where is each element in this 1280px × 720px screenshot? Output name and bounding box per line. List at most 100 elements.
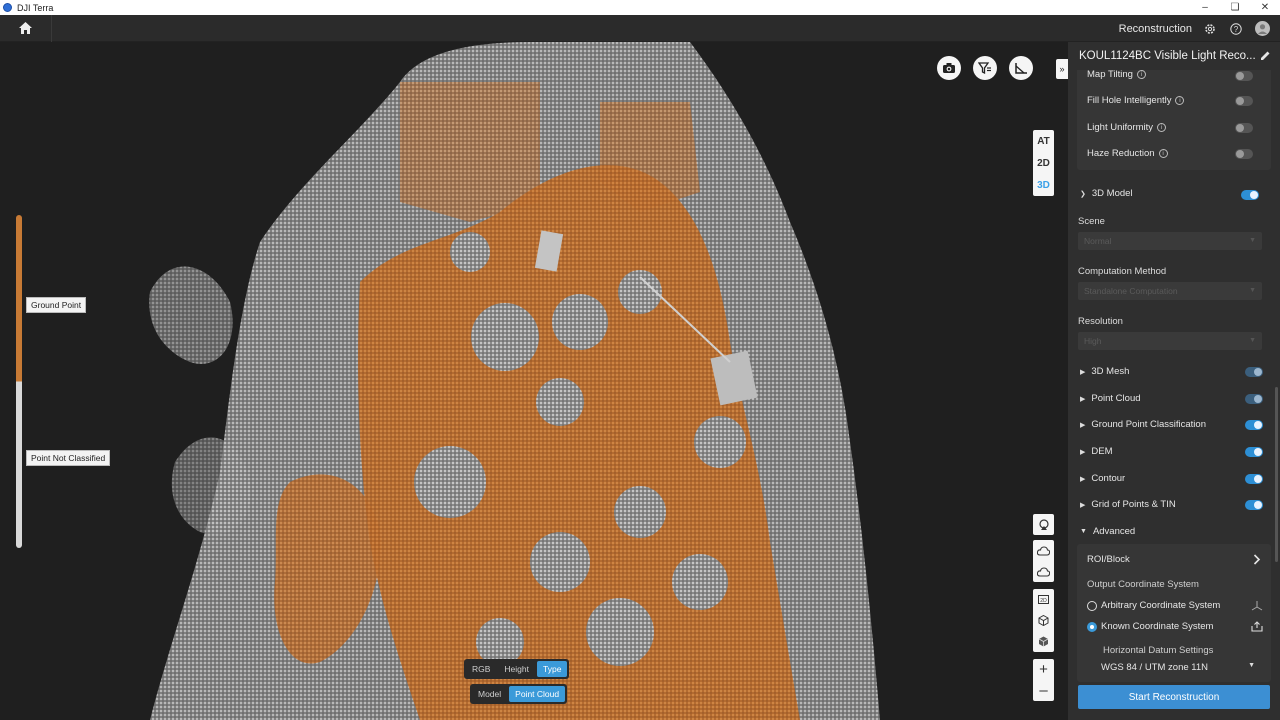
point-cloud-style-icon[interactable] — [1033, 514, 1054, 535]
view-mode-at[interactable]: AT — [1033, 130, 1054, 152]
3d-model-toggle[interactable] — [1241, 190, 1259, 200]
3d-mesh-toggle[interactable] — [1245, 367, 1263, 377]
scene-value: Normal — [1084, 236, 1112, 246]
arbitrary-cs-option[interactable]: Arbitrary Coordinate System — [1087, 600, 1267, 611]
app-logo-icon — [3, 3, 12, 12]
svg-text:?: ? — [1234, 25, 1239, 34]
display-mode-point-cloud[interactable]: Point Cloud — [509, 686, 566, 702]
known-cs-option[interactable]: Known Coordinate System — [1087, 621, 1267, 632]
horizontal-datum-dropdown[interactable]: WGS 84 / UTM zone 11N ▼ — [1101, 662, 1255, 678]
import-icon[interactable] — [1251, 621, 1263, 632]
classification-legend-bar — [16, 215, 22, 548]
measure-button[interactable] — [1009, 56, 1033, 80]
ruler-angle-icon — [1015, 63, 1027, 74]
arbitrary-cs-radio[interactable] — [1087, 600, 1097, 611]
computation-method-label: Computation Method — [1078, 266, 1167, 277]
start-reconstruction-button[interactable]: Start Reconstruction — [1078, 685, 1270, 709]
collapse-panel-button[interactable]: » — [1056, 59, 1068, 79]
screenshot-button[interactable] — [937, 56, 961, 80]
cube-outline-icon[interactable] — [1033, 610, 1054, 631]
help-icon[interactable]: ? — [1228, 21, 1244, 37]
settings-panel: KOUL1124BC Visible Light Reco... Map Til… — [1068, 42, 1280, 720]
output-item-contour[interactable]: ▶ Contour — [1080, 473, 1125, 484]
view-mode-switcher: AT 2D 3D — [1033, 130, 1054, 196]
scene-dropdown[interactable]: Normal ▼ — [1078, 232, 1262, 250]
info-icon[interactable]: i — [1175, 96, 1185, 105]
info-icon[interactable]: i — [1157, 123, 1166, 132]
filter-button[interactable] — [973, 56, 997, 80]
output-item-grid-tin[interactable]: ▶ Grid of Points & TIN — [1080, 499, 1176, 510]
filter-icon — [978, 62, 991, 74]
triangle-down-icon: ▼ — [1080, 528, 1087, 535]
fill-hole-toggle[interactable] — [1235, 96, 1253, 106]
point-cloud-toggle[interactable] — [1245, 394, 1263, 404]
triangle-right-icon: ▶ — [1080, 368, 1086, 376]
chevron-down-icon: ❯ — [1080, 190, 1086, 198]
triangle-right-icon: ▶ — [1080, 395, 1086, 403]
edit-pencil-icon[interactable] — [1260, 50, 1271, 61]
resolution-dropdown[interactable]: High ▼ — [1078, 332, 1262, 350]
caret-down-icon: ▼ — [1248, 662, 1255, 669]
ground-point-classification-toggle[interactable] — [1245, 420, 1263, 430]
point-cloud-render — [149, 42, 880, 720]
color-mode-type[interactable]: Type — [537, 661, 568, 677]
haze-reduction-toggle[interactable] — [1235, 149, 1253, 159]
zoom-out-icon[interactable]: – — [1033, 680, 1054, 701]
grid-tin-toggle[interactable] — [1245, 500, 1263, 510]
3d-model-section-header[interactable]: ❯ 3D Model — [1080, 188, 1133, 199]
triangle-right-icon: ▶ — [1080, 448, 1086, 456]
computation-method-dropdown[interactable]: Standalone Computation ▼ — [1078, 282, 1262, 300]
color-mode-toggle: RGB Height Type — [464, 659, 570, 679]
horizontal-datum-label: Horizontal Datum Settings — [1103, 645, 1214, 656]
view-mode-2d[interactable]: 2D — [1033, 152, 1054, 174]
advanced-section-header[interactable]: ▼ Advanced — [1080, 526, 1135, 537]
output-item-label: Ground Point Classification — [1091, 419, 1206, 430]
triangle-right-icon: ▶ — [1080, 421, 1086, 429]
cloud-upload-icon[interactable] — [1033, 540, 1054, 561]
layer-tools-a — [1033, 514, 1054, 535]
light-uniformity-toggle[interactable] — [1235, 123, 1253, 133]
color-mode-height[interactable]: Height — [498, 661, 535, 677]
dem-toggle[interactable] — [1245, 447, 1263, 457]
output-item-dem[interactable]: ▶ DEM — [1080, 446, 1113, 457]
map-tilting-toggle[interactable] — [1235, 71, 1253, 81]
output-item-point-cloud[interactable]: ▶ Point Cloud — [1080, 393, 1141, 404]
caret-down-icon: ▼ — [1249, 237, 1256, 244]
point-cloud-viewport[interactable]: Ground Point Point Not Classified » AT 2… — [0, 42, 1068, 720]
output-item-3d-mesh[interactable]: ▶ 3D Mesh — [1080, 366, 1129, 377]
cube-solid-icon[interactable] — [1033, 631, 1054, 652]
camera-icon — [943, 63, 955, 73]
chevron-right-icon[interactable] — [1253, 554, 1261, 565]
info-icon[interactable]: i — [1136, 70, 1146, 79]
light-uniformity-label: Light Uniformity — [1087, 122, 1153, 133]
2d-map-icon[interactable]: 2D — [1033, 589, 1054, 610]
computation-method-value: Standalone Computation — [1084, 286, 1178, 296]
known-cs-label: Known Coordinate System — [1101, 621, 1214, 632]
output-item-ground-point-classification[interactable]: ▶ Ground Point Classification — [1080, 419, 1206, 430]
known-cs-radio[interactable] — [1087, 621, 1097, 632]
display-mode-model[interactable]: Model — [472, 686, 507, 702]
home-button[interactable] — [0, 14, 52, 42]
panel-scrollbar[interactable] — [1275, 387, 1278, 562]
legend-point-not-classified: Point Not Classified — [26, 450, 111, 466]
output-item-label: Contour — [1091, 473, 1126, 484]
zoom-in-icon[interactable]: + — [1033, 659, 1054, 680]
cloud-download-icon[interactable] — [1033, 561, 1054, 582]
app-header: Reconstruction ? — [0, 14, 1280, 42]
user-avatar-icon[interactable] — [1254, 21, 1270, 37]
info-icon[interactable]: i — [1158, 149, 1168, 158]
color-mode-rgb[interactable]: RGB — [466, 661, 496, 677]
panel-header: KOUL1124BC Visible Light Reco... — [1068, 42, 1280, 70]
restore-icon[interactable]: ❏ — [1220, 0, 1250, 15]
view-mode-3d[interactable]: 3D — [1033, 174, 1054, 196]
caret-down-icon: ▼ — [1249, 287, 1256, 294]
roi-block-row[interactable]: ROI/Block — [1087, 554, 1267, 565]
axis-icon[interactable] — [1251, 600, 1263, 611]
settings-gear-icon[interactable] — [1202, 21, 1218, 37]
3d-model-label: 3D Model — [1091, 188, 1133, 199]
minimize-icon[interactable]: – — [1190, 0, 1220, 15]
close-icon[interactable]: ✕ — [1250, 0, 1280, 15]
resolution-value: High — [1084, 336, 1102, 346]
haze-reduction-label: Haze Reduction — [1087, 148, 1155, 159]
contour-toggle[interactable] — [1245, 474, 1263, 484]
